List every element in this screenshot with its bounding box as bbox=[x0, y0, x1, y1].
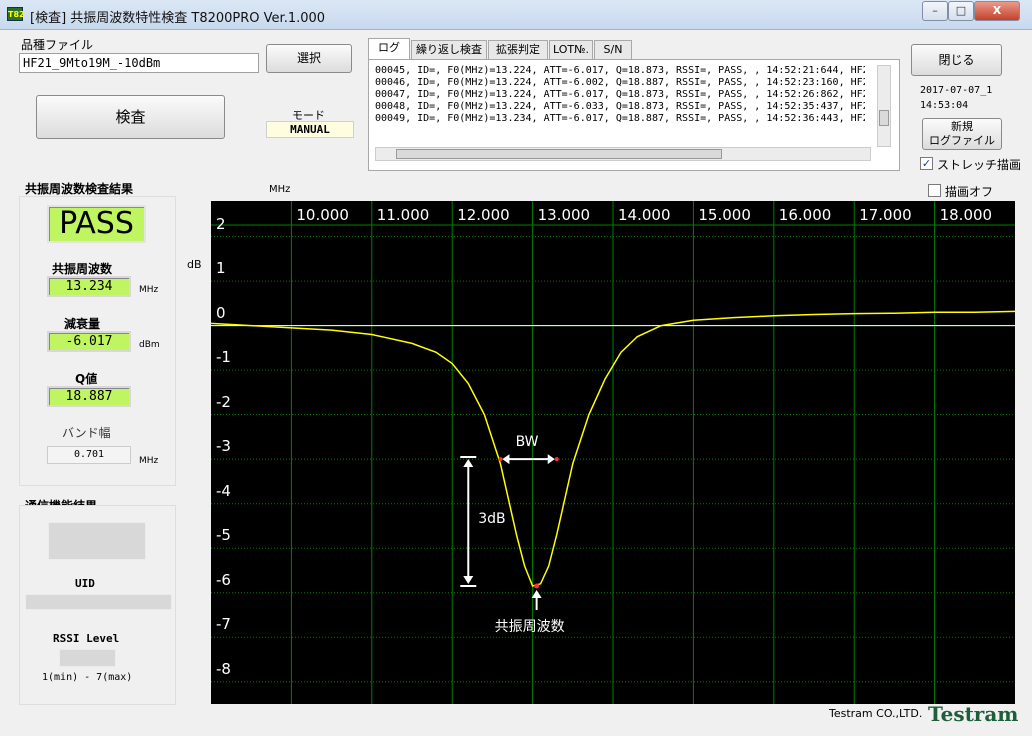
depth-annotation: 3dB bbox=[478, 511, 506, 528]
horizontal-scrollbar-thumb[interactable] bbox=[396, 149, 722, 159]
resonance-point bbox=[534, 583, 540, 589]
chart-plot bbox=[211, 201, 1015, 704]
att-label: 減衰量 bbox=[64, 317, 101, 331]
window-close-button[interactable]: X bbox=[974, 1, 1020, 21]
file-label: 品種ファイル bbox=[21, 38, 94, 52]
resonance-chart: 10.000 11.000 12.000 13.000 14.000 15.000 16.0… bbox=[211, 201, 1015, 704]
x-tick-label: 11.000 bbox=[376, 206, 430, 224]
log-line: 00046, ID=, F0(MHz)=13.224, ATT=-6.002, … bbox=[375, 77, 865, 88]
draw-off-label: 描画オフ bbox=[945, 185, 994, 199]
log-panel: 00045, ID=, F0(MHz)=13.224, ATT=-6.017, … bbox=[368, 59, 900, 171]
verdict-badge: PASS bbox=[47, 205, 146, 243]
horizontal-scrollbar[interactable] bbox=[375, 147, 871, 161]
testram-logo: Testram bbox=[928, 702, 1019, 726]
log-line: 00047, ID=, F0(MHz)=13.224, ATT=-6.017, … bbox=[375, 89, 865, 100]
current-time: 14:53:04 bbox=[920, 100, 969, 111]
log-file-name: 2017-07-07_1 bbox=[920, 85, 993, 96]
draw-off-checkbox[interactable] bbox=[928, 184, 941, 197]
y-tick-label: -7 bbox=[216, 615, 231, 634]
title-bar: T82 [検査] 共振周波数特性検査 T8200PRO Ver.1.000 – … bbox=[0, 0, 1032, 30]
x-tick-label: 13.000 bbox=[537, 206, 591, 224]
vertical-scrollbar-track[interactable] bbox=[877, 65, 891, 147]
product-file-field[interactable]: HF21_9Mto19M_-10dBm bbox=[19, 53, 259, 73]
x-tick-label: 12.000 bbox=[457, 206, 510, 224]
tab-repeat-inspection[interactable]: 繰り返し検査 bbox=[411, 40, 487, 60]
tab-serial-number[interactable]: S/N bbox=[594, 40, 632, 60]
depth-arrow-top-head bbox=[463, 458, 474, 467]
y-tick-label: -3 bbox=[216, 437, 231, 456]
y-tick-label: 2 bbox=[216, 214, 226, 233]
freq-value: 13.234 bbox=[47, 276, 131, 297]
x-unit-label: MHz bbox=[269, 184, 291, 195]
uid-value bbox=[25, 594, 172, 610]
rssi-label: RSSI Level bbox=[53, 632, 120, 645]
tab-log[interactable]: ログ bbox=[368, 38, 410, 60]
x-tick-label: 14.000 bbox=[618, 206, 671, 224]
att-value: -6.017 bbox=[47, 331, 131, 352]
comm-result-box bbox=[48, 522, 146, 560]
rssi-value bbox=[59, 649, 116, 667]
vertical-scrollbar-thumb[interactable] bbox=[879, 110, 889, 126]
stretch-label: ストレッチ描画 bbox=[937, 158, 1022, 172]
tab-lot-number[interactable]: LOT№. bbox=[549, 40, 593, 60]
select-button[interactable]: 選択 bbox=[266, 44, 352, 73]
x-tick-label: 18.000 bbox=[939, 206, 993, 224]
rssi-range: 1(min) - 7(max) bbox=[42, 672, 133, 683]
y-tick-label: -2 bbox=[216, 392, 231, 411]
x-tick-label: 17.000 bbox=[859, 206, 912, 224]
bw-annotation: BW bbox=[515, 434, 539, 451]
q-label: Q値 bbox=[75, 372, 98, 386]
y-tick-label: -1 bbox=[216, 348, 231, 367]
app-icon: T82 bbox=[7, 7, 25, 21]
y-tick-label: -8 bbox=[216, 659, 231, 678]
stretch-checkbox[interactable]: ✓ bbox=[920, 157, 933, 170]
y-tick-label: -5 bbox=[216, 526, 231, 545]
q-value: 18.887 bbox=[47, 386, 131, 407]
checkmark-icon: ✓ bbox=[921, 157, 932, 170]
bw-label: バンド幅 bbox=[62, 426, 111, 440]
y-tick-label: -6 bbox=[216, 570, 231, 589]
x-tick-label: 10.000 bbox=[296, 206, 349, 224]
freq-unit: MHz bbox=[139, 285, 159, 295]
bw-value: 0.701 bbox=[47, 446, 131, 464]
log-line: 00048, ID=, F0(MHz)=13.224, ATT=-6.033, … bbox=[375, 101, 865, 112]
new-log-file-button[interactable]: 新規 ログファイル bbox=[922, 118, 1002, 150]
att-unit: dBm bbox=[139, 340, 160, 350]
bw-point bbox=[554, 457, 559, 462]
minimize-button[interactable]: – bbox=[922, 1, 948, 21]
company-name: Testram CO.,LTD. bbox=[829, 707, 923, 720]
inspect-button[interactable]: 検査 bbox=[36, 95, 225, 139]
freq-label: 共振周波数 bbox=[52, 262, 113, 276]
bw-unit: MHz bbox=[139, 456, 159, 466]
tab-extended-judgement[interactable]: 拡張判定 bbox=[488, 40, 548, 60]
maximize-button[interactable]: □ bbox=[948, 1, 974, 21]
y-tick-label: 0 bbox=[216, 303, 226, 322]
close-button[interactable]: 閉じる bbox=[911, 44, 1002, 76]
log-line: 00049, ID=, F0(MHz)=13.234, ATT=-6.017, … bbox=[375, 113, 865, 124]
new-log-file-line1: 新規 bbox=[951, 120, 973, 133]
uid-label: UID bbox=[75, 577, 95, 590]
resonance-arrow-head bbox=[531, 590, 542, 599]
mode-value: MANUAL bbox=[266, 121, 354, 138]
window-title: [検査] 共振周波数特性検査 T8200PRO Ver.1.000 bbox=[30, 11, 326, 26]
bw-arrow-right-head bbox=[547, 454, 555, 465]
new-log-file-line2: ログファイル bbox=[929, 134, 995, 147]
x-tick-label: 15.000 bbox=[698, 206, 751, 224]
depth-arrow-bottom-head bbox=[463, 576, 474, 585]
y-unit-label: dB bbox=[187, 258, 202, 271]
result-section-title: 共振周波数検査結果 bbox=[25, 182, 134, 196]
log-list[interactable]: 00045, ID=, F0(MHz)=13.224, ATT=-6.017, … bbox=[375, 65, 865, 147]
y-tick-label: -4 bbox=[216, 481, 231, 500]
resonance-annotation: 共振周波数 bbox=[494, 619, 565, 636]
bw-point bbox=[498, 457, 503, 462]
y-tick-label: 1 bbox=[216, 259, 226, 278]
x-tick-label: 16.000 bbox=[778, 206, 832, 224]
log-line: 00045, ID=, F0(MHz)=13.224, ATT=-6.017, … bbox=[375, 65, 865, 76]
bw-arrow-left-head bbox=[502, 454, 510, 465]
